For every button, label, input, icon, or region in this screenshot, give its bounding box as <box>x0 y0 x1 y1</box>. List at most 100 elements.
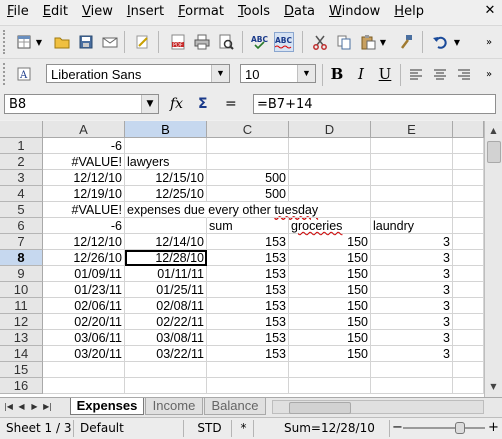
menu-edit[interactable]: Edit <box>36 0 75 24</box>
copy-icon[interactable] <box>334 32 354 52</box>
bold-button[interactable]: B <box>326 64 348 84</box>
toolbar-overflow-icon[interactable]: » <box>482 64 496 84</box>
cell-d7[interactable]: 150 <box>289 234 371 250</box>
chevron-down-icon[interactable]: ▼ <box>141 95 158 113</box>
cell-partial[interactable] <box>453 234 484 250</box>
cell-a8[interactable]: 12/26/10 <box>43 250 125 266</box>
row-header[interactable]: 11 <box>0 298 43 314</box>
spellcheck-icon[interactable]: ABC <box>250 32 270 52</box>
undo-icon[interactable] <box>430 32 450 52</box>
cell-c15[interactable] <box>207 362 289 378</box>
cell-c11[interactable]: 153 <box>207 298 289 314</box>
cell-a10[interactable]: 01/23/11 <box>43 282 125 298</box>
column-header-d[interactable]: D <box>289 121 371 138</box>
cell-d4[interactable] <box>289 186 371 202</box>
horizontal-scrollbar[interactable] <box>272 400 484 414</box>
row-header[interactable]: 13 <box>0 330 43 346</box>
cell-c1[interactable] <box>207 138 289 154</box>
edit-file-icon[interactable] <box>132 32 152 52</box>
print-preview-icon[interactable] <box>216 32 236 52</box>
cell-partial[interactable] <box>453 266 484 282</box>
chevron-down-icon[interactable]: ▼ <box>297 65 315 82</box>
format-paintbrush-icon[interactable] <box>396 32 416 52</box>
cell-b1[interactable] <box>125 138 207 154</box>
email-icon[interactable] <box>100 32 120 52</box>
cell-d14[interactable]: 150 <box>289 346 371 362</box>
cell-e3[interactable] <box>371 170 453 186</box>
vertical-scrollbar[interactable]: ▲ ▼ <box>484 121 502 397</box>
cell-e15[interactable] <box>371 362 453 378</box>
menu-help[interactable]: Help <box>387 0 431 24</box>
cell-c14[interactable]: 153 <box>207 346 289 362</box>
menu-data[interactable]: Data <box>277 0 322 24</box>
cell-b15[interactable] <box>125 362 207 378</box>
column-header-a[interactable]: A <box>43 121 125 138</box>
cell-d1[interactable] <box>289 138 371 154</box>
cell-c3[interactable]: 500 <box>207 170 289 186</box>
chevron-down-icon[interactable]: ▼ <box>211 65 229 82</box>
align-left-icon[interactable] <box>406 64 426 84</box>
cell-e13[interactable]: 3 <box>371 330 453 346</box>
row-header[interactable]: 14 <box>0 346 43 362</box>
menu-insert[interactable]: Insert <box>120 0 171 24</box>
cell-partial[interactable] <box>453 378 484 394</box>
cell-b6[interactable] <box>125 218 207 234</box>
cell-b12[interactable]: 02/22/11 <box>125 314 207 330</box>
paste-dropdown-icon[interactable]: ▼ <box>378 32 388 52</box>
row-header[interactable]: 1 <box>0 138 43 154</box>
menu-tools[interactable]: Tools <box>231 0 277 24</box>
cell-a12[interactable]: 02/20/11 <box>43 314 125 330</box>
cell-e16[interactable] <box>371 378 453 394</box>
cell-partial[interactable] <box>453 330 484 346</box>
cell-a14[interactable]: 03/20/11 <box>43 346 125 362</box>
cell-a1[interactable]: -6 <box>43 138 125 154</box>
cell-partial[interactable] <box>453 202 484 218</box>
cell-partial[interactable] <box>453 186 484 202</box>
name-box[interactable]: B8 ▼ <box>4 94 159 114</box>
selection-mode[interactable]: STD <box>188 420 232 437</box>
row-header[interactable]: 4 <box>0 186 43 202</box>
cell-partial[interactable] <box>453 298 484 314</box>
cell-partial[interactable] <box>453 218 484 234</box>
sheet-tab-income[interactable]: Income <box>145 398 203 415</box>
cell-e5[interactable] <box>371 202 453 218</box>
scroll-thumb[interactable] <box>487 141 501 163</box>
font-name-combo[interactable]: Liberation Sans ▼ <box>46 64 230 83</box>
cell-d13[interactable]: 150 <box>289 330 371 346</box>
cell-e9[interactable]: 3 <box>371 266 453 282</box>
cell-c4[interactable]: 500 <box>207 186 289 202</box>
toolbar-grip[interactable] <box>3 63 9 85</box>
menu-format[interactable]: Format <box>171 0 231 24</box>
paste-icon[interactable] <box>358 32 378 52</box>
cell-c13[interactable]: 153 <box>207 330 289 346</box>
last-sheet-icon[interactable]: ▶| <box>42 400 53 414</box>
cell-c10[interactable]: 153 <box>207 282 289 298</box>
cell-c7[interactable]: 153 <box>207 234 289 250</box>
row-header[interactable]: 3 <box>0 170 43 186</box>
cell-a13[interactable]: 03/06/11 <box>43 330 125 346</box>
menu-view[interactable]: View <box>75 0 120 24</box>
cell-e1[interactable] <box>371 138 453 154</box>
row-header[interactable]: 12 <box>0 314 43 330</box>
cell-c8[interactable]: 153 <box>207 250 289 266</box>
cell-a4[interactable]: 12/19/10 <box>43 186 125 202</box>
cell-e10[interactable]: 3 <box>371 282 453 298</box>
open-folder-icon[interactable] <box>52 32 72 52</box>
cell-partial[interactable] <box>453 346 484 362</box>
print-icon[interactable] <box>192 32 212 52</box>
scroll-down-icon[interactable]: ▼ <box>485 379 502 395</box>
row-header[interactable]: 15 <box>0 362 43 378</box>
zoom-slider-handle[interactable] <box>455 422 465 434</box>
row-header[interactable]: 2 <box>0 154 43 170</box>
autospellcheck-icon[interactable]: ABC <box>274 32 294 52</box>
cell-b2[interactable]: lawyers <box>125 154 207 170</box>
sheet-tab-balance[interactable]: Balance <box>204 398 266 415</box>
row-header[interactable]: 6 <box>0 218 43 234</box>
sum-icon[interactable]: Σ <box>198 96 208 112</box>
cell-c16[interactable] <box>207 378 289 394</box>
column-header-partial[interactable] <box>453 121 484 138</box>
zoom-slider[interactable] <box>403 427 485 429</box>
cell-d9[interactable]: 150 <box>289 266 371 282</box>
row-header[interactable]: 5 <box>0 202 43 218</box>
cell-c2[interactable] <box>207 154 289 170</box>
